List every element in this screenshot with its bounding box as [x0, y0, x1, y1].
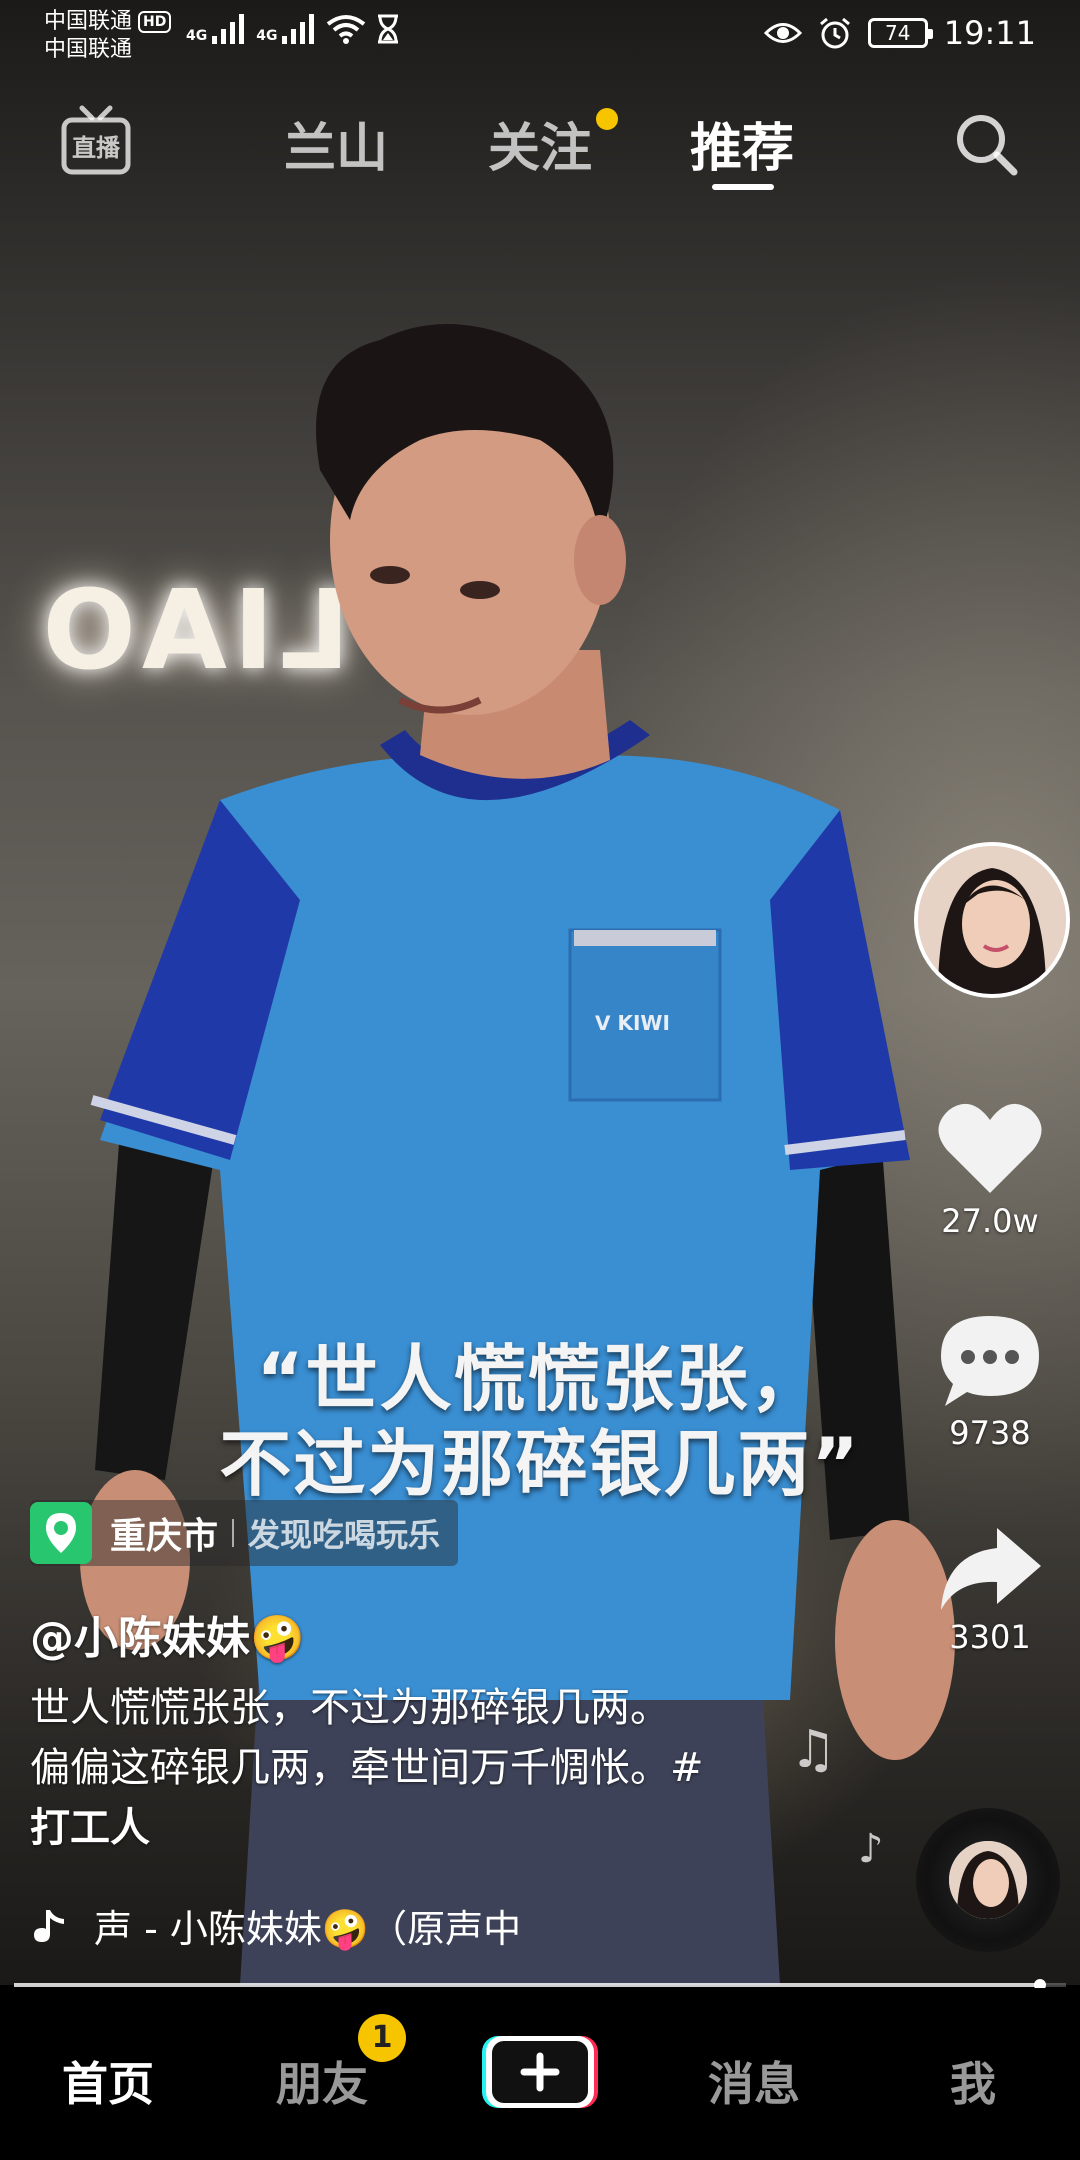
- carrier-name-2: 中国联通: [44, 37, 133, 62]
- hd-badge: HD: [138, 11, 172, 33]
- floating-music-note-icon: ♪: [858, 1826, 884, 1872]
- video-caption-line: 不过为那碎银几两”: [219, 1422, 861, 1506]
- wifi-icon: [327, 15, 366, 44]
- tab-friends[interactable]: 朋友: [276, 2048, 368, 2114]
- location-pin-icon: [30, 1502, 92, 1564]
- description-line: 偏偏这碎银几两，牵世间万千惆怅。#: [30, 1745, 704, 1791]
- tab-me[interactable]: 我: [950, 2048, 996, 2114]
- tab-recommended[interactable]: 推荐: [690, 106, 794, 181]
- notification-dot: [596, 108, 618, 130]
- battery-indicator: 74: [867, 18, 933, 48]
- active-tab-indicator: [712, 184, 774, 190]
- signal-4g-icon: 4G: [186, 14, 246, 44]
- share-button[interactable]: 3301: [920, 1524, 1060, 1656]
- heart-icon: [938, 1103, 1042, 1193]
- location-divider: [232, 1519, 235, 1547]
- music-disc[interactable]: [916, 1808, 1060, 1952]
- author-name[interactable]: @小陈妹妹🤪: [30, 1602, 305, 1666]
- location-tag[interactable]: 重庆市 发现吃喝玩乐: [30, 1500, 459, 1566]
- location-subtitle: 发现吃喝玩乐: [248, 1516, 441, 1554]
- disc-cover-image: [949, 1841, 1027, 1919]
- network-label: 4G: [256, 28, 278, 44]
- tiktok-note-icon: [34, 1909, 64, 1942]
- alarm-icon: [819, 17, 850, 49]
- eye-comfort-icon: [763, 23, 802, 43]
- music-info[interactable]: 声 - 小陈妹妹🤪（原声中: [30, 1898, 594, 1953]
- tab-following[interactable]: 关注: [488, 106, 592, 181]
- like-button[interactable]: 27.0w: [920, 1098, 1060, 1240]
- search-icon[interactable]: [952, 110, 1020, 178]
- status-bar: 中国联通 HD 中国联通 4G 4G 74 19:11: [0, 0, 1080, 70]
- hashtag-link[interactable]: 打工人: [30, 1798, 810, 1858]
- hourglass-icon: [378, 14, 399, 44]
- create-button[interactable]: [482, 2034, 598, 2110]
- comment-count: 9738: [949, 1414, 1031, 1452]
- bottom-tab-bar: 首页 朋友 1 消息 我: [0, 1988, 1080, 2160]
- signal-4g-icon: 4G: [256, 14, 316, 44]
- live-button[interactable]: 直播: [58, 104, 134, 180]
- network-label: 4G: [186, 28, 208, 44]
- tab-messages[interactable]: 消息: [708, 2048, 800, 2114]
- clock-time: 19:11: [943, 14, 1036, 52]
- location-city: 重庆市: [110, 1516, 219, 1557]
- friends-badge: 1: [358, 2014, 406, 2062]
- video-progress-bar[interactable]: [14, 1979, 1066, 1991]
- progress-fill: [14, 1983, 1040, 1987]
- share-arrow-icon: [941, 1528, 1041, 1610]
- status-right: 74 19:11: [763, 14, 1036, 52]
- description-line: 世人慌慌张张，不过为那碎银几两。: [30, 1685, 670, 1731]
- carrier-name-1: 中国联通: [44, 9, 133, 34]
- top-nav: 直播 兰山 关注 推荐: [0, 96, 1080, 196]
- post-description[interactable]: 世人慌慌张张，不过为那碎银几两。 偏偏这碎银几两，牵世间万千惆怅。# 打工人: [30, 1678, 810, 1858]
- svg-text:ᐯ KIWI: ᐯ KIWI: [595, 1011, 670, 1035]
- signal-icons: 4G 4G: [186, 14, 400, 44]
- creator-avatar[interactable]: [914, 842, 1070, 998]
- music-title: 声 - 小陈妹妹🤪（原声中: [94, 1907, 522, 1951]
- avatar-image: [918, 846, 1066, 994]
- comment-button[interactable]: 9738: [920, 1310, 1060, 1452]
- tab-home[interactable]: 首页: [62, 2048, 154, 2114]
- svg-text:直播: 直播: [72, 134, 121, 162]
- floating-music-note-icon: ♫: [790, 1720, 837, 1780]
- tab-lanshan[interactable]: 兰山: [284, 106, 388, 181]
- like-count: 27.0w: [941, 1202, 1039, 1240]
- tv-live-icon: 直播: [61, 105, 131, 175]
- carrier-info: 中国联通 HD 中国联通: [44, 8, 172, 64]
- comment-icon: [941, 1316, 1039, 1406]
- share-count: 3301: [949, 1618, 1031, 1656]
